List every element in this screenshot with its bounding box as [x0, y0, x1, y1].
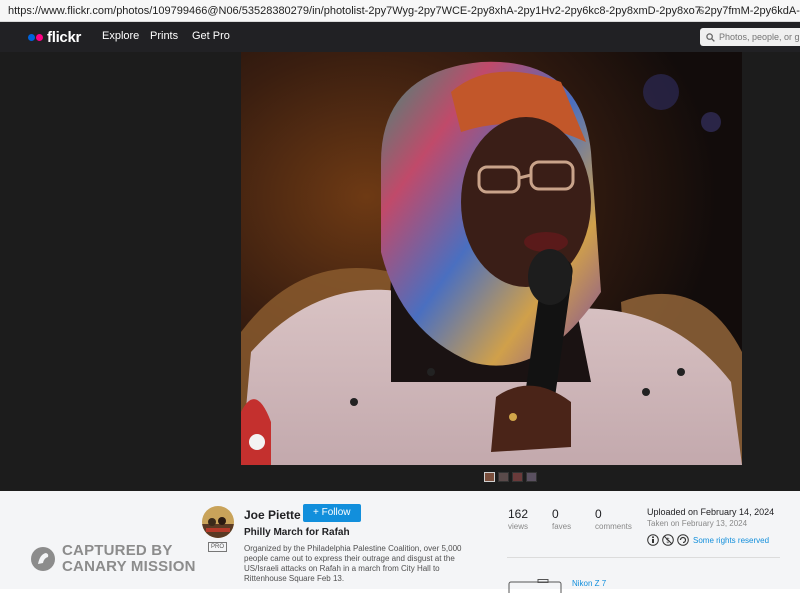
license-icons: $ — [647, 534, 689, 546]
follow-label: Follow — [321, 507, 351, 518]
views-count: 162 — [508, 507, 529, 521]
author-name[interactable]: Joe Piette — [244, 508, 301, 522]
comments-count: 0 — [595, 507, 602, 521]
thumbnail[interactable] — [498, 472, 509, 482]
faves-label: faves — [552, 522, 572, 531]
camera-icon — [508, 579, 562, 593]
pro-badge: PRO — [208, 542, 228, 552]
photo-thumbnails — [484, 472, 537, 482]
nav-get-pro[interactable]: Get Pro — [192, 30, 230, 42]
search-box[interactable] — [700, 28, 800, 46]
watermark: CAPTURED BY CANARY MISSION — [30, 543, 196, 575]
avatar[interactable] — [202, 506, 234, 538]
license-link[interactable]: Some rights reserved — [693, 536, 769, 545]
taken-date: Taken on February 13, 2024 — [647, 519, 748, 528]
photo-title: Philly March for Rafah — [244, 527, 350, 538]
thumbnail[interactable] — [512, 472, 523, 482]
address-bar[interactable]: https://www.flickr.com/photos/109799466@… — [0, 0, 800, 22]
main-photo[interactable] — [241, 52, 742, 465]
photo-image — [241, 52, 742, 465]
nav-prints[interactable]: Prints — [150, 30, 178, 42]
divider — [507, 557, 780, 558]
cc-attribution-icon — [647, 534, 659, 546]
photo-info-panel: CAPTURED BY CANARY MISSION PRO Joe Piett… — [0, 491, 800, 593]
thumbnail[interactable] — [484, 472, 495, 482]
views-label: views — [508, 522, 529, 531]
follow-button[interactable]: + Follow — [303, 504, 361, 522]
stat-comments: 0 comments — [595, 507, 632, 531]
camera-model-link[interactable]: Nikon Z 7 — [572, 579, 606, 588]
stat-views: 162 views — [508, 507, 528, 531]
photo-description: Organized by the Philadelphia Palestine … — [244, 544, 462, 583]
logo-blue-dot — [28, 33, 35, 41]
url-text: https://www.flickr.com/photos/109799466@… — [8, 5, 800, 17]
plus-icon: + — [313, 507, 322, 518]
nav-explore[interactable]: Explore — [102, 30, 139, 42]
cc-noncommercial-icon: $ — [662, 534, 674, 546]
logo-pink-dot — [36, 33, 43, 41]
cc-sharealike-icon — [677, 534, 689, 546]
photo-stage — [0, 52, 800, 491]
canary-mission-logo-icon — [31, 547, 55, 571]
upload-date: Uploaded on February 14, 2024 — [647, 507, 775, 517]
faves-count: 0 — [552, 507, 559, 521]
flickr-logo[interactable]: flickr — [28, 28, 81, 46]
watermark-line-1: CAPTURED BY — [62, 542, 173, 559]
avatar-image — [202, 506, 234, 538]
stat-faves: 0 faves — [552, 507, 571, 531]
top-navigation: flickr Explore Prints Get Pro — [0, 22, 800, 52]
watermark-line-2: CANARY MISSION — [62, 558, 196, 575]
logo-text: flickr — [47, 28, 82, 46]
thumbnail[interactable] — [526, 472, 537, 482]
search-icon — [706, 32, 715, 42]
url-overflow-icon: € — [697, 5, 704, 17]
search-input[interactable] — [719, 32, 800, 42]
comments-label: comments — [595, 522, 632, 531]
